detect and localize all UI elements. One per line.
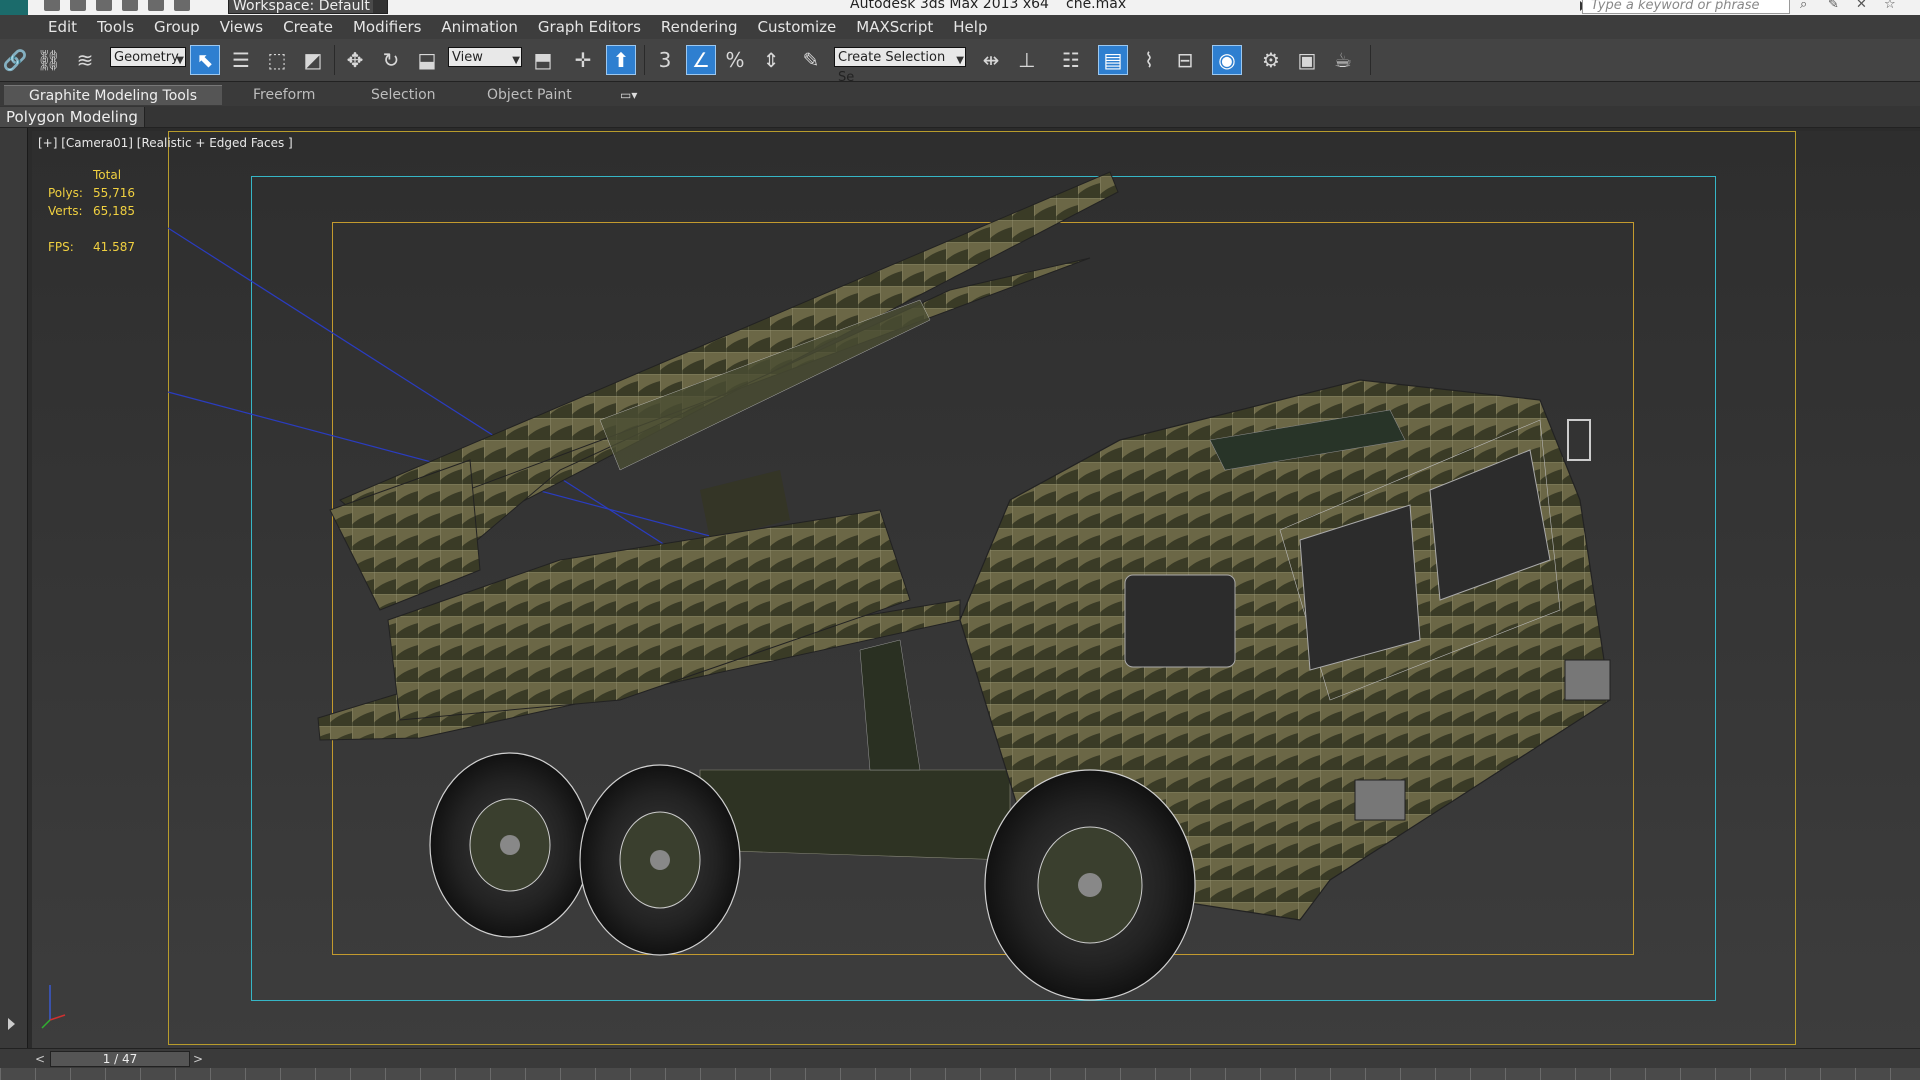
viewport-label-menu[interactable]: [+] [Camera01] [Realistic + Edged Faces … [38, 136, 293, 150]
time-next-button[interactable]: > [190, 1051, 206, 1067]
stats-fps-value: 41.587 [93, 240, 135, 254]
time-prev-button[interactable]: < [32, 1051, 48, 1067]
stats-fps-label: FPS: [48, 240, 74, 254]
stats-verts-value: 65,185 [93, 204, 135, 218]
wheel [429, 752, 591, 938]
wheel [579, 764, 741, 956]
time-slider[interactable]: 1 / 47 [50, 1051, 190, 1067]
stats-verts-label: Verts: [48, 204, 83, 218]
stats-header: Total [93, 168, 122, 182]
stats-polys-value: 55,716 [93, 186, 135, 200]
time-slider-bar: < 1 / 47 > [0, 1048, 1920, 1068]
track-bar[interactable] [0, 1068, 1920, 1080]
wheel [984, 769, 1196, 1001]
axis-tripod-icon [41, 985, 66, 1029]
truck-model-render [167, 171, 1611, 1001]
stats-polys-label: Polys: [48, 186, 83, 200]
